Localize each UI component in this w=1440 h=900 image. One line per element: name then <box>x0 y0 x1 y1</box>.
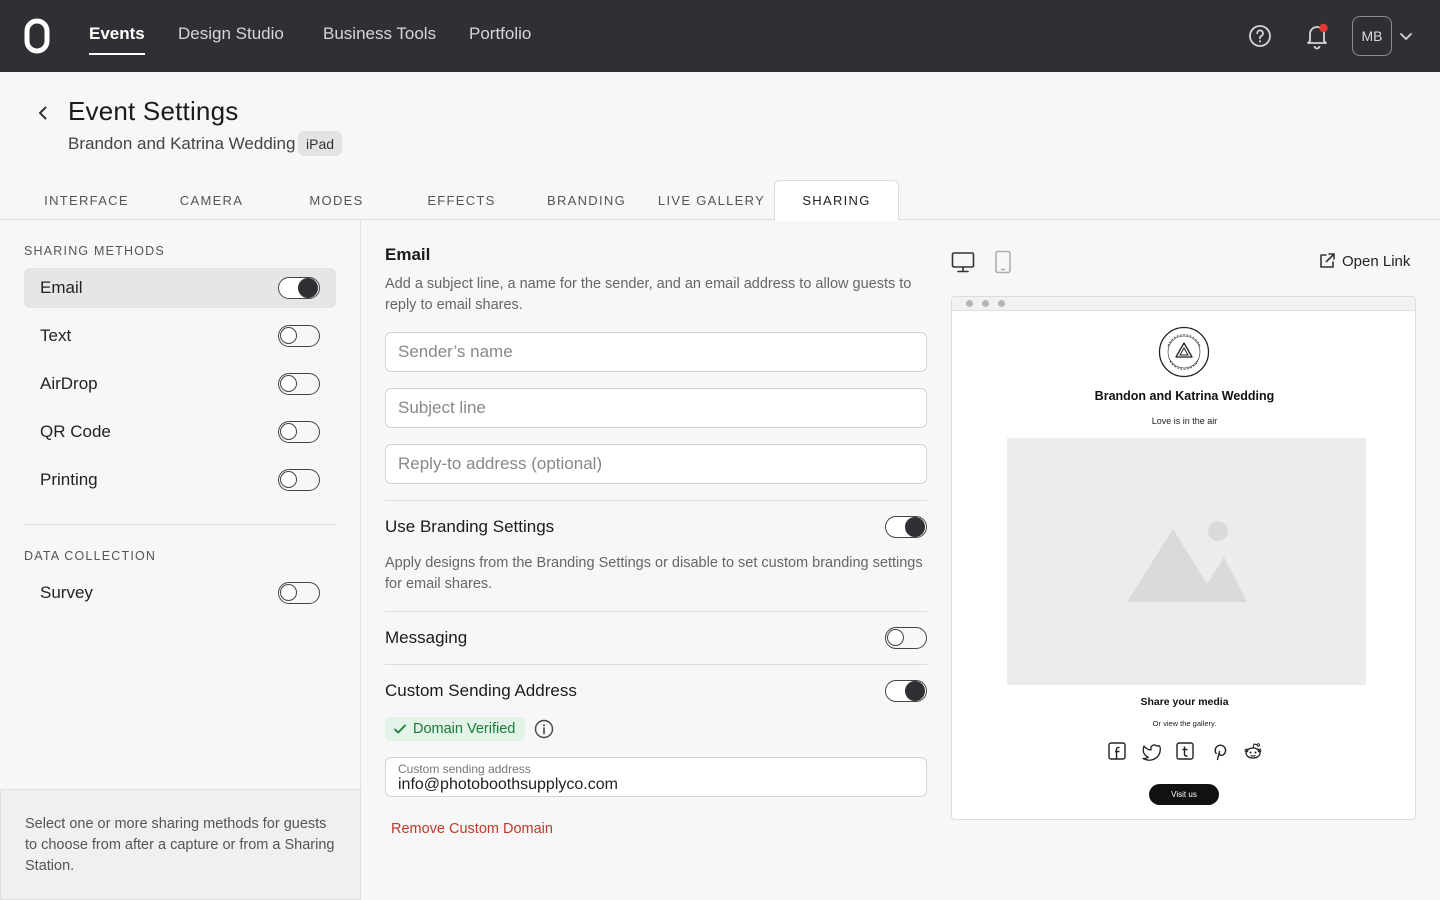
notifications-bell-icon[interactable] <box>1304 22 1330 50</box>
custom-sending-address-value[interactable]: info@photoboothsupplyco.com <box>398 776 618 794</box>
tab-sharing[interactable]: SHARING <box>774 180 899 221</box>
external-link-icon <box>1320 253 1335 268</box>
custom-sending-address-title: Custom Sending Address <box>385 681 577 700</box>
preview-subtitle: Love is in the air <box>1151 416 1218 426</box>
email-section-title: Email <box>385 245 431 264</box>
method-row-qr-code[interactable]: QR Code <box>24 412 336 452</box>
preview-event-title: Brandon and Katrina Wedding <box>1094 389 1275 403</box>
preview-gallery-text: Or view the gallery. <box>1152 719 1217 728</box>
tab-branding[interactable]: BRANDING <box>524 180 649 220</box>
brand-logo-icon <box>1158 326 1210 378</box>
mobile-preview-icon[interactable] <box>994 250 1012 274</box>
data-collection-heading: DATA COLLECTION <box>24 549 157 563</box>
survey-toggle[interactable] <box>278 582 320 604</box>
method-row-text[interactable]: Text <box>24 316 336 356</box>
top-nav: Events Design Studio Business Tools Port… <box>0 0 1440 72</box>
method-label: Printing <box>40 470 98 489</box>
facebook-icon <box>1108 742 1126 760</box>
custom-sending-address-label: Custom sending address <box>398 762 531 776</box>
tumblr-icon <box>1176 742 1194 760</box>
check-icon <box>394 724 406 734</box>
twitter-icon <box>1142 744 1161 761</box>
settings-tabs: INTERFACE CAMERA MODES EFFECTS BRANDING … <box>0 180 1440 221</box>
chevron-down-icon[interactable] <box>1398 28 1414 44</box>
custom-sending-address-toggle[interactable] <box>885 680 927 702</box>
reddit-icon <box>1244 743 1262 759</box>
open-link-label: Open Link <box>1342 252 1411 270</box>
nav-item-design-studio[interactable]: Design Studio <box>178 24 284 44</box>
text-toggle[interactable] <box>278 325 320 347</box>
sidebar-divider <box>24 524 336 525</box>
nav-item-portfolio[interactable]: Portfolio <box>469 24 531 44</box>
tab-modes[interactable]: MODES <box>274 180 399 220</box>
use-branding-title: Use Branding Settings <box>385 517 555 536</box>
method-row-survey[interactable]: Survey <box>24 573 336 613</box>
info-icon[interactable] <box>534 719 554 739</box>
email-section-description: Add a subject line, a name for the sende… <box>385 276 912 313</box>
method-label: QR Code <box>40 422 111 441</box>
event-name: Brandon and Katrina Wedding <box>68 134 296 153</box>
domain-verified-label: Domain Verified <box>413 721 516 737</box>
section-divider <box>385 664 927 665</box>
sharing-help-text: Select one or more sharing methods for g… <box>0 789 361 900</box>
use-branding-description: Apply designs from the Branding Settings… <box>385 555 923 592</box>
subject-line-input[interactable] <box>385 388 927 428</box>
nav-item-events[interactable]: Events <box>89 24 145 55</box>
messaging-title: Messaging <box>385 628 468 647</box>
method-row-printing[interactable]: Printing <box>24 460 336 500</box>
domain-verified-badge: Domain Verified <box>385 717 526 741</box>
preview-window-bar <box>952 297 1415 311</box>
method-label: Survey <box>40 583 93 602</box>
printing-toggle[interactable] <box>278 469 320 491</box>
tab-live-gallery[interactable]: LIVE GALLERY <box>649 180 774 220</box>
messaging-toggle[interactable] <box>885 627 927 649</box>
page-title: Event Settings <box>68 96 239 126</box>
window-dot <box>998 300 1005 307</box>
pinterest-icon <box>1214 744 1227 761</box>
user-avatar[interactable]: MB <box>1352 16 1392 56</box>
method-label: Email <box>40 278 83 297</box>
remove-custom-domain-link[interactable]: Remove Custom Domain <box>391 821 553 837</box>
method-row-email[interactable]: Email <box>24 268 336 308</box>
preview-image-placeholder <box>1007 438 1366 685</box>
sharing-methods-heading: SHARING METHODS <box>24 244 165 258</box>
method-label: Text <box>40 326 72 345</box>
preview-visit-button: Visit us <box>1149 784 1219 805</box>
airdrop-toggle[interactable] <box>278 373 320 395</box>
back-arrow-icon[interactable] <box>34 104 52 122</box>
use-branding-toggle[interactable] <box>885 516 927 538</box>
image-placeholder-icon <box>1127 521 1247 602</box>
custom-sending-address-field[interactable]: Custom sending address info@photoboothsu… <box>385 757 927 797</box>
method-row-airdrop[interactable]: AirDrop <box>24 364 336 404</box>
sender-name-input[interactable] <box>385 332 927 372</box>
app-logo-icon[interactable] <box>24 18 50 54</box>
window-dot <box>966 300 973 307</box>
tab-effects[interactable]: EFFECTS <box>399 180 524 220</box>
nav-item-business-tools[interactable]: Business Tools <box>323 24 436 44</box>
tab-interface[interactable]: INTERFACE <box>24 180 149 220</box>
tab-camera[interactable]: CAMERA <box>149 180 274 220</box>
desktop-preview-icon[interactable] <box>951 250 975 274</box>
window-dot <box>982 300 989 307</box>
help-icon[interactable] <box>1248 24 1272 48</box>
preview-share-title: Share your media <box>1140 696 1229 708</box>
email-toggle[interactable] <box>278 277 320 299</box>
reply-to-input[interactable] <box>385 444 927 484</box>
section-divider <box>385 500 927 501</box>
method-label: AirDrop <box>40 374 98 393</box>
open-link-button[interactable]: Open Link <box>1318 252 1410 270</box>
device-badge: iPad <box>298 131 343 156</box>
qr-code-toggle[interactable] <box>278 421 320 443</box>
section-divider <box>385 611 927 612</box>
email-preview: Brandon and Katrina Wedding Love is in t… <box>951 296 1416 820</box>
